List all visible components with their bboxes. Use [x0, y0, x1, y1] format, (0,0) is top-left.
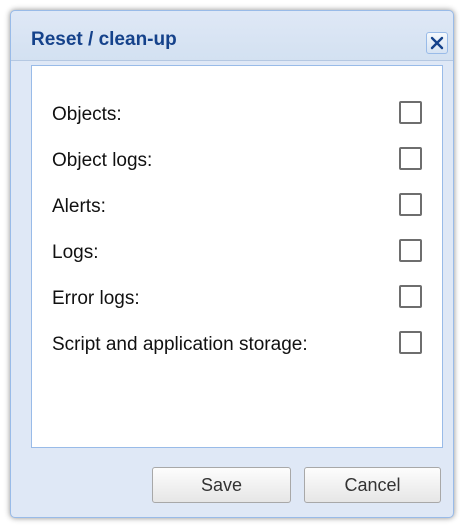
option-row-logs: Logs: [32, 238, 442, 268]
objects-checkbox[interactable] [399, 101, 422, 124]
object-logs-checkbox[interactable] [399, 147, 422, 170]
alerts-checkbox[interactable] [399, 193, 422, 216]
option-row-object-logs: Object logs: [32, 146, 442, 176]
option-label: Object logs: [52, 150, 153, 171]
option-label: Error logs: [52, 288, 140, 309]
close-icon [430, 36, 444, 50]
option-row-script-storage: Script and application storage: [32, 330, 442, 360]
close-button[interactable] [426, 32, 448, 54]
script-storage-checkbox[interactable] [399, 331, 422, 354]
error-logs-checkbox[interactable] [399, 285, 422, 308]
dialog-titlebar: Reset / clean-up [11, 11, 453, 61]
logs-checkbox[interactable] [399, 239, 422, 262]
option-label: Alerts: [52, 196, 106, 217]
option-label: Script and application storage: [52, 334, 308, 355]
save-button[interactable]: Save [152, 467, 291, 503]
dialog-footer: Save Cancel [11, 448, 453, 517]
option-row-error-logs: Error logs: [32, 284, 442, 314]
reset-cleanup-dialog: Reset / clean-up Objects: Object logs: A… [10, 10, 454, 518]
option-row-objects: Objects: [32, 100, 442, 130]
cancel-button[interactable]: Cancel [304, 467, 441, 503]
dialog-body: Objects: Object logs: Alerts: Logs: Erro… [31, 65, 443, 448]
option-label: Objects: [52, 104, 122, 125]
option-label: Logs: [52, 242, 99, 263]
dialog-title: Reset / clean-up [31, 29, 177, 50]
option-row-alerts: Alerts: [32, 192, 442, 222]
